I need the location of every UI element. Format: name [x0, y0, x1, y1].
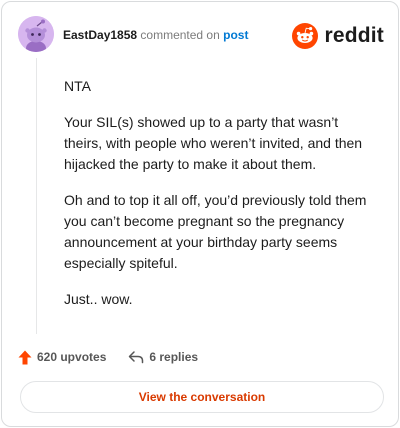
thread-line: [36, 58, 37, 334]
comment-card: EastDay1858 commented on post reddit NTA…: [1, 1, 399, 427]
reply-arrow-icon: [129, 351, 144, 364]
upvote-arrow-icon: [18, 350, 32, 364]
reddit-logo-icon: [292, 23, 319, 49]
upvote-button[interactable]: 620 upvotes: [18, 350, 106, 365]
comment-paragraph: NTA: [64, 78, 91, 94]
username[interactable]: EastDay1858: [63, 28, 137, 42]
snoo-avatar-icon: [18, 16, 54, 52]
user-avatar[interactable]: [18, 16, 54, 52]
comment-header: EastDay1858 commented on post reddit: [18, 16, 384, 56]
reddit-wordmark: reddit: [324, 24, 384, 47]
comment-meta: EastDay1858 commented on post: [63, 28, 248, 42]
comment-paragraph: Just.. wow.: [64, 291, 133, 307]
upvote-count: 620 upvotes: [37, 350, 107, 364]
meta-action-text: commented on: [140, 28, 220, 42]
comment-actions: 620 upvotes 6 replies: [18, 346, 220, 368]
post-link[interactable]: post: [223, 28, 248, 42]
reddit-logo[interactable]: reddit: [292, 22, 384, 50]
comment-body: NTA Your SIL(s) showed up to a party tha…: [64, 76, 374, 325]
comment-paragraph: Your SIL(s) showed up to a party that wa…: [64, 114, 363, 172]
comment-paragraph: Oh and to top it all off, you’d previous…: [64, 192, 367, 271]
view-conversation-button[interactable]: View the conversation: [20, 381, 384, 413]
reply-count: 6 replies: [149, 350, 199, 364]
reply-button[interactable]: 6 replies: [128, 350, 198, 364]
